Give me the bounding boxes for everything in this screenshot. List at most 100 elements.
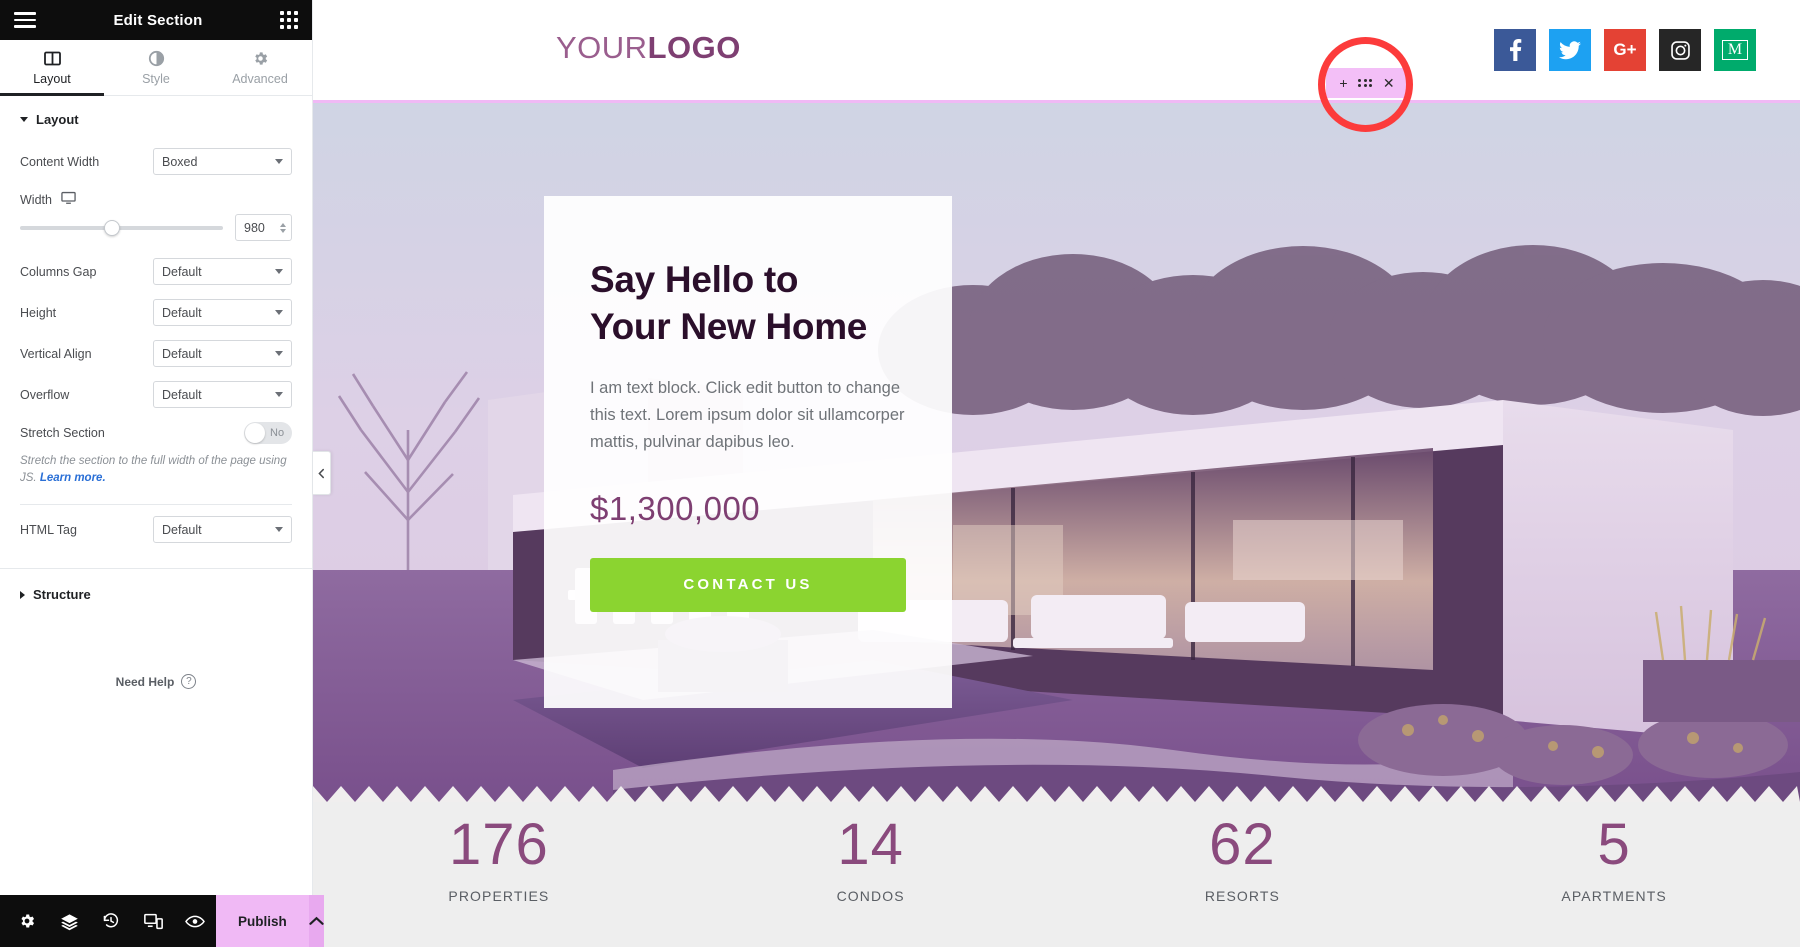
- panel-footer: Publish: [0, 895, 324, 947]
- stat-label: APARTMENTS: [1561, 888, 1667, 904]
- gear-icon: [252, 50, 269, 67]
- question-circle-icon: ?: [181, 674, 197, 690]
- panel-title: Edit Section: [113, 11, 203, 29]
- chevron-down-icon: [275, 269, 283, 274]
- html-tag-select[interactable]: Default: [153, 516, 292, 544]
- hamburger-menu-icon[interactable]: [14, 12, 36, 28]
- control-columns-gap-label: Columns Gap: [20, 264, 97, 279]
- control-width: Width: [0, 182, 312, 210]
- close-x-icon[interactable]: ✕: [1383, 76, 1395, 90]
- history-icon[interactable]: [90, 895, 132, 947]
- stretch-section-value: No: [270, 427, 285, 439]
- overflow-select[interactable]: Default: [153, 381, 292, 408]
- stretch-section-toggle[interactable]: No: [244, 422, 292, 444]
- panel-collapse-button[interactable]: [313, 451, 331, 495]
- stepper-up-icon[interactable]: [280, 222, 286, 227]
- width-value: 980: [244, 220, 265, 235]
- logo-bold-text: LOGO: [647, 30, 741, 65]
- chevron-down-icon: [275, 310, 283, 315]
- caret-down-icon: [20, 117, 28, 122]
- instagram-icon[interactable]: [1659, 29, 1701, 71]
- stat-item: 176 PROPERTIES: [313, 802, 685, 947]
- drag-dots-icon[interactable]: [1358, 78, 1373, 88]
- tab-advanced[interactable]: Advanced: [208, 40, 312, 95]
- section-layout-title: Layout: [36, 112, 79, 127]
- stat-label: CONDOS: [836, 888, 905, 904]
- chevron-down-icon: [275, 351, 283, 356]
- vertical-align-value: Default: [162, 346, 202, 361]
- learn-more-link[interactable]: Learn more.: [40, 472, 106, 484]
- publish-options-button[interactable]: [308, 895, 324, 947]
- tab-style[interactable]: Style: [104, 40, 208, 95]
- control-stretch-section: Stretch Section No: [0, 415, 312, 451]
- section-structure-title: Structure: [33, 587, 91, 603]
- width-slider[interactable]: [20, 219, 223, 236]
- contact-us-button[interactable]: CONTACT US: [590, 557, 906, 612]
- hero-heading-line1: Say Hello to: [590, 259, 799, 300]
- tab-layout[interactable]: Layout: [0, 40, 104, 96]
- stat-item: 5 APARTMENTS: [1428, 802, 1800, 947]
- vertical-align-select[interactable]: Default: [153, 340, 292, 367]
- stat-item: 14 CONDOS: [685, 802, 1057, 947]
- social-links: G+ M: [1494, 29, 1756, 71]
- preview-eye-icon[interactable]: [174, 895, 216, 947]
- stats-section: 176 PROPERTIES 14 CONDOS 62 RESORTS 5 AP…: [313, 802, 1800, 947]
- width-slider-knob[interactable]: [104, 219, 120, 236]
- hero-card: Say Hello to Your New Home I am text blo…: [544, 196, 952, 708]
- control-width-text: Width: [20, 192, 52, 207]
- stat-number: 176: [448, 812, 549, 877]
- control-divider: [20, 504, 292, 506]
- settings-gear-icon[interactable]: [6, 895, 48, 947]
- need-help-link[interactable]: Need Help ?: [0, 674, 312, 690]
- chevron-down-icon: [275, 392, 283, 397]
- hero-paragraph: I am text block. Click edit button to ch…: [590, 378, 905, 452]
- control-overflow-label: Overflow: [20, 387, 70, 402]
- medium-icon[interactable]: M: [1714, 29, 1756, 71]
- section-structure-header[interactable]: Structure: [0, 569, 312, 616]
- section-handle[interactable]: + ✕: [1326, 68, 1408, 98]
- twitter-icon[interactable]: [1549, 29, 1591, 71]
- responsive-mode-icon[interactable]: [132, 895, 174, 947]
- hero-background-image: [313, 100, 1800, 802]
- content-width-select[interactable]: Boxed: [153, 148, 292, 175]
- control-vertical-align-label: Vertical Align: [20, 346, 92, 361]
- hero-heading-line2: Your New Home: [590, 306, 868, 348]
- stat-number: 5: [1597, 812, 1631, 877]
- stretch-section-hint: Stretch the section to the full width of…: [0, 451, 312, 498]
- hero-section[interactable]: Say Hello to Your New Home I am text blo…: [313, 100, 1800, 802]
- width-stepper[interactable]: [280, 222, 286, 233]
- toggle-knob: [245, 423, 265, 443]
- section-layout-header[interactable]: Layout: [0, 96, 312, 141]
- hero-heading: Say Hello to Your New Home: [590, 256, 906, 351]
- hero-price: $1,300,000: [590, 489, 761, 527]
- google-plus-icon[interactable]: G+: [1604, 29, 1646, 71]
- html-tag-value: Default: [162, 522, 202, 537]
- width-slider-row: 980: [0, 210, 312, 251]
- columns-gap-select[interactable]: Default: [153, 258, 292, 285]
- height-select[interactable]: Default: [153, 299, 292, 326]
- control-html-tag: HTML Tag Default: [0, 509, 312, 550]
- section-highlight-border: [313, 100, 1800, 103]
- control-columns-gap: Columns Gap Default: [0, 251, 312, 292]
- layers-icon[interactable]: [48, 895, 90, 947]
- panel-header: Edit Section: [0, 0, 312, 40]
- stepper-down-icon[interactable]: [280, 228, 286, 233]
- control-overflow: Overflow Default: [0, 374, 312, 415]
- publish-button[interactable]: Publish: [216, 895, 309, 947]
- plus-icon[interactable]: +: [1339, 76, 1347, 90]
- width-number-input[interactable]: 980: [235, 214, 292, 241]
- desktop-icon[interactable]: [61, 191, 76, 208]
- site-logo[interactable]: YOURLOGO: [556, 30, 741, 66]
- chevron-down-icon: [275, 159, 283, 164]
- control-height-label: Height: [20, 305, 57, 320]
- control-vertical-align: Vertical Align Default: [0, 333, 312, 374]
- grid-dots-icon[interactable]: [279, 11, 298, 29]
- chevron-down-icon: [275, 527, 283, 533]
- footer-icon-group: [0, 895, 216, 947]
- zigzag-divider: [313, 786, 1800, 802]
- tab-layout-label: Layout: [33, 71, 71, 86]
- control-html-tag-label: HTML Tag: [20, 522, 77, 537]
- contrast-circle-icon: [148, 50, 165, 67]
- facebook-icon[interactable]: [1494, 29, 1536, 71]
- publish-label: Publish: [238, 913, 287, 929]
